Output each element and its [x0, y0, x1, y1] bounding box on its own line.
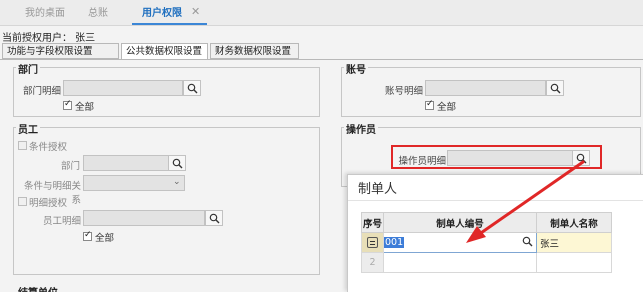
arrow-annotation — [466, 160, 585, 243]
